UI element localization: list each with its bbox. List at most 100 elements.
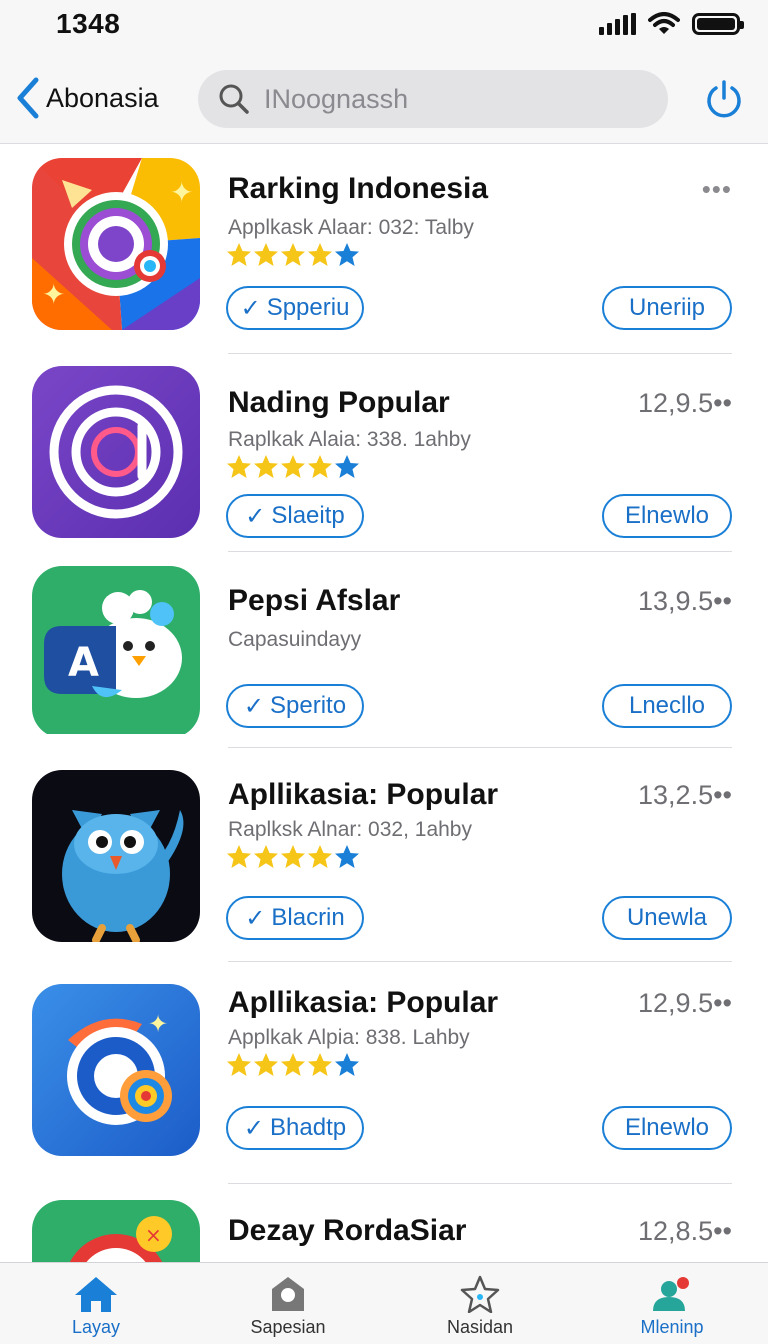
featured-button[interactable]: ✓ Bhadtp: [226, 1106, 364, 1150]
list-item[interactable]: ✦ Apllikasia: Popular 12,9.5•• Applkak A…: [0, 962, 768, 1184]
check-icon: ✓: [245, 904, 266, 932]
search-input[interactable]: [264, 83, 624, 115]
star-icon: [308, 243, 332, 266]
get-label: Elnewlo: [624, 502, 710, 529]
featured-button[interactable]: ✓ Slaeitp: [226, 494, 364, 538]
tab-label: Layay: [71, 1317, 121, 1337]
app-subtitle: Applkak Alpia: 838. Lahby: [228, 1026, 470, 1049]
star-icon: [335, 243, 359, 266]
power-icon: [707, 80, 741, 118]
star-icon: [308, 455, 332, 478]
app-subtitle: Applkask Alaar: 032: Talby: [228, 216, 474, 239]
svg-text:A: A: [68, 640, 99, 686]
star-icon: [281, 455, 305, 478]
app-name: Rarking Indonesia: [228, 172, 489, 205]
app-icon[interactable]: [32, 770, 200, 942]
list-item[interactable]: Nading Popular 12,9.5•• Raplkak Alaia: 3…: [0, 354, 768, 552]
star-icon: [281, 845, 305, 868]
list-item[interactable]: ✦ ✦ Rarking Indonesia ••• Applkask Alaar…: [0, 146, 768, 354]
star-icon: [254, 1053, 278, 1076]
signal-icon: [599, 13, 636, 35]
get-button[interactable]: Uneriip: [602, 286, 732, 330]
star-icon: [227, 455, 251, 478]
search-bar[interactable]: [198, 70, 668, 128]
home-icon: [75, 1277, 117, 1312]
app-icon[interactable]: ✦ ✦: [32, 158, 200, 330]
get-label: Lnecllo: [628, 692, 706, 719]
app-name: Apllikasia: Popular: [228, 986, 499, 1019]
featured-button[interactable]: ✓ Sperito: [226, 684, 364, 728]
list-item[interactable]: A Pepsi Afslar 13,9.5•• Capasuindayy ✓ Sp…: [0, 552, 768, 748]
back-label: Abonasia: [46, 82, 159, 113]
app-price: 12,8.5••: [638, 1216, 732, 1246]
app-name: Nading Popular: [228, 386, 450, 419]
list-item[interactable]: Apllikasia: Popular 13,2.5•• Raplksk Aln…: [0, 748, 768, 962]
star-icon: [281, 1053, 305, 1076]
tab-label: Mleninp: [640, 1317, 704, 1337]
check-icon: ✓: [245, 502, 266, 530]
status-icons: [599, 12, 744, 36]
get-button[interactable]: Elnewlo: [602, 1106, 732, 1150]
star-icon: [335, 1053, 359, 1076]
tab-layay[interactable]: Layay: [0, 1263, 192, 1344]
get-button[interactable]: Unewla: [602, 896, 732, 940]
status-time: 1348: [56, 8, 121, 39]
tab-sapesian[interactable]: Sapesian: [192, 1263, 384, 1344]
tab-mleninp[interactable]: Mleninp: [576, 1263, 768, 1344]
search-icon: [219, 84, 249, 114]
star-icon: [308, 845, 332, 868]
svg-text:✦: ✦: [42, 278, 65, 311]
app-icon[interactable]: A: [32, 566, 200, 738]
chevron-left-icon: [17, 77, 39, 119]
featured-label: Sperito: [270, 692, 347, 719]
star-rating: [226, 242, 360, 268]
get-button[interactable]: Elnewlo: [602, 494, 732, 538]
star-icon: [281, 243, 305, 266]
featured-button[interactable]: ✓ Spperiu: [226, 286, 364, 330]
app-name: Pepsi Afslar: [228, 584, 401, 617]
tag-icon: [272, 1277, 304, 1311]
app-subtitle: Capasuindayy: [228, 628, 362, 651]
app-name: Dezay RordaSiar: [228, 1214, 467, 1247]
star-icon: [227, 243, 251, 266]
star-icon: [227, 845, 251, 868]
featured-button[interactable]: ✓ Blacrin: [226, 896, 364, 940]
star-rating: [226, 454, 360, 480]
get-label: Unewla: [626, 904, 708, 931]
wifi-icon: [648, 12, 680, 34]
app-price: 13,9.5••: [638, 586, 732, 616]
battery-icon: [692, 13, 744, 35]
check-icon: ✓: [243, 1114, 265, 1142]
tab-nasidan[interactable]: Nasidan: [384, 1263, 576, 1344]
star-rating: [226, 844, 360, 870]
nav-bar: Abonasia: [0, 56, 768, 144]
list-item[interactable]: × Dezay RordaSiar 12,8.5••: [0, 1184, 768, 1262]
app-price: 13,2.5••: [638, 780, 732, 810]
featured-label: Bhadtp: [270, 1114, 347, 1141]
check-icon: ✓: [243, 692, 265, 720]
svg-text:×: ×: [145, 1223, 162, 1247]
app-icon[interactable]: [32, 366, 200, 538]
svg-text:✦: ✦: [148, 1010, 168, 1038]
get-label: Elnewlo: [624, 1114, 710, 1141]
app-price: 12,9.5••: [638, 988, 732, 1018]
star-icon: [254, 243, 278, 266]
tab-label: Nasidan: [446, 1317, 514, 1337]
check-icon: ✓: [240, 294, 261, 322]
power-button[interactable]: [704, 78, 744, 125]
star-icon: [254, 845, 278, 868]
star-icon: [254, 455, 278, 478]
svg-text:✦: ✦: [170, 176, 193, 209]
star-rating: [226, 1052, 360, 1078]
featured-label: Blacrin: [271, 904, 345, 931]
app-subtitle: Raplksk Alnar: 032, 1ahby: [228, 818, 472, 841]
star-icon: [460, 1275, 500, 1313]
back-button[interactable]: Abonasia: [14, 76, 159, 120]
featured-label: Spperiu: [266, 294, 350, 321]
app-subtitle: Raplkak Alaia: 338. 1ahby: [228, 428, 471, 451]
get-label: Uneriip: [628, 294, 706, 321]
app-icon[interactable]: ✦: [32, 984, 200, 1156]
app-icon[interactable]: ×: [32, 1200, 200, 1262]
get-button[interactable]: Lnecllo: [602, 684, 732, 728]
more-options-button[interactable]: •••: [702, 174, 732, 205]
